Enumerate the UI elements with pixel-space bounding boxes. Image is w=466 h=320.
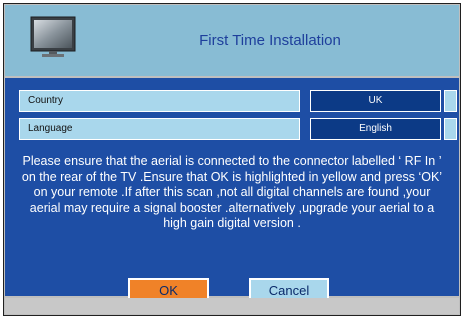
tv-icon [30,16,76,57]
footer-bar [5,298,459,314]
country-row-end [444,90,457,112]
main-panel: Country UK Language English Please ensur… [5,78,459,303]
language-value[interactable]: English [310,118,441,140]
language-row-end [444,118,457,140]
country-value[interactable]: UK [310,90,441,112]
dialog-title: First Time Installation [199,32,341,49]
instruction-message: Please ensure that the aerial is connect… [21,154,443,230]
installation-dialog: First Time Installation Country UK Langu… [3,3,461,316]
language-label: Language [19,118,300,140]
country-label: Country [19,90,300,112]
setting-row-country[interactable]: Country UK [19,90,457,112]
setting-row-language[interactable]: Language English [19,118,457,140]
title-bar: First Time Installation [5,5,459,76]
